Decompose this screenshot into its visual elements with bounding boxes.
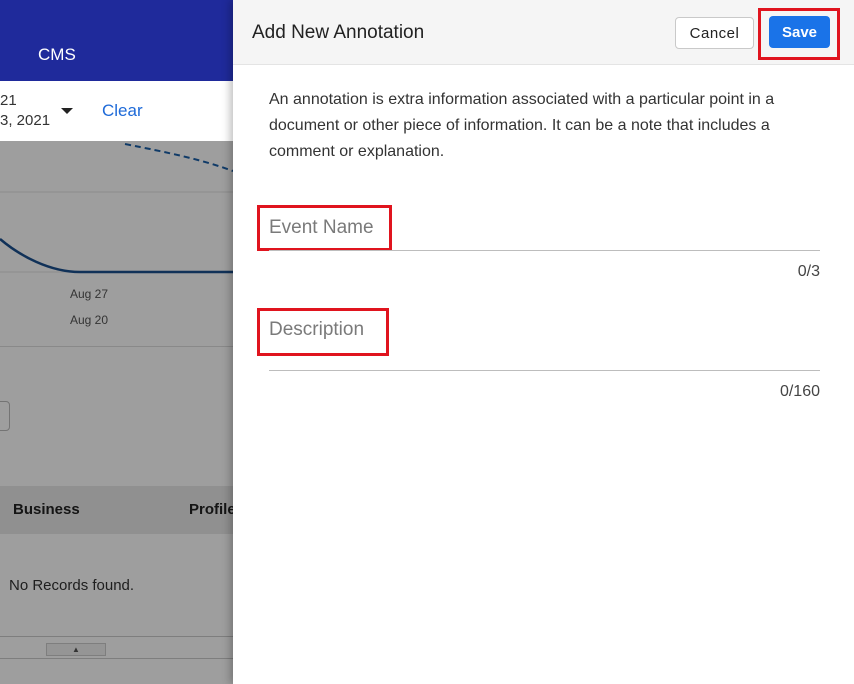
panel-description: An annotation is extra information assoc… [269, 91, 775, 160]
nav-item-cms[interactable]: CMS [38, 45, 76, 65]
modal-backdrop[interactable] [0, 141, 233, 684]
cancel-button[interactable]: Cancel [675, 17, 754, 49]
event-name-char-counter: 0/3 [797, 263, 820, 280]
clear-link[interactable]: Clear [102, 101, 143, 121]
event-name-field[interactable] [269, 213, 820, 243]
panel-title: Add New Annotation [252, 22, 425, 43]
add-annotation-panel: Add New Annotation Cancel Save An annota… [233, 0, 854, 684]
top-nav-bar [0, 0, 233, 81]
description-field[interactable] [269, 315, 820, 345]
description-underline [269, 370, 820, 371]
date-range-end: 3, 2021 [0, 112, 51, 129]
description-char-counter: 0/160 [779, 383, 820, 400]
event-name-underline [269, 250, 820, 251]
save-button[interactable]: Save [769, 16, 830, 48]
caret-down-icon[interactable] [61, 108, 73, 114]
date-range-start: 21 [0, 92, 17, 109]
